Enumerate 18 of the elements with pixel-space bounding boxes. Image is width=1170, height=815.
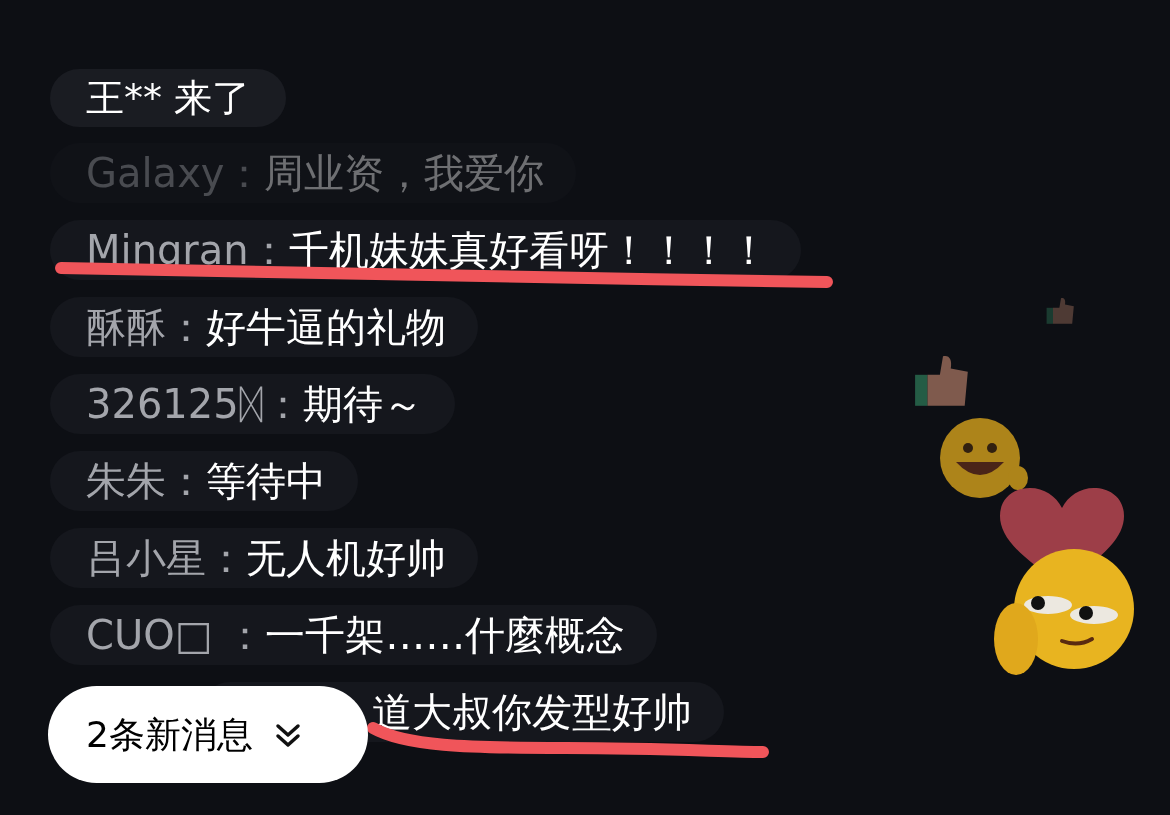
username: CUO□ ： <box>86 610 266 660</box>
username: 吕小星： <box>86 533 246 583</box>
entry-notice: 王** 来了 <box>50 69 287 127</box>
message-text: 周业资，我爱你 <box>264 148 545 198</box>
message-text: 期待～ <box>302 379 423 429</box>
message-text: 等待中 <box>206 456 326 506</box>
message-text: 好牛逼的礼物 <box>206 302 446 352</box>
username: 朱朱： <box>86 456 206 506</box>
username: 326125ᛞ： <box>86 379 303 429</box>
username: Galaxy： <box>86 148 265 198</box>
message-text: 千机妹妹真好看呀！！！！ <box>288 225 769 275</box>
username: 酥酥： <box>86 302 206 352</box>
message-text: 一千架……什麼概念 <box>265 610 626 660</box>
username: Mingran： <box>86 225 289 275</box>
message-text: 道大叔你发型好帅 <box>372 687 692 737</box>
thumbs-up-icon <box>1045 295 1077 327</box>
message-text: 无人机好帅 <box>246 533 446 583</box>
new-messages-button[interactable]: 2条新消息 <box>48 686 368 783</box>
